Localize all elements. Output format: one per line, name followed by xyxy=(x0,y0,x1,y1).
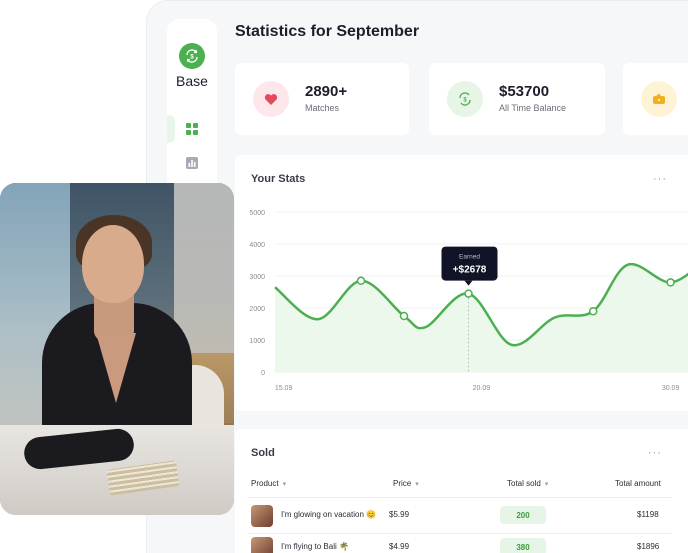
total-amount: $1198 xyxy=(637,510,659,519)
kpi-label: Matches xyxy=(305,103,340,113)
svg-text:$: $ xyxy=(190,55,194,61)
kpi-label: All Time Balance xyxy=(499,103,567,113)
product-name: I'm flying to Bali 🌴 xyxy=(281,542,349,551)
sidebar: $ Base xyxy=(167,19,217,209)
column-header-total-sold[interactable]: Total sold ▾ xyxy=(507,479,548,488)
product-price: $5.99 xyxy=(389,510,410,519)
tooltip-value: +$2678 xyxy=(453,265,487,276)
y-tick-label: 0 xyxy=(261,370,265,377)
product-name: I'm glowing on vacation 😊 xyxy=(281,510,377,519)
column-header-price[interactable]: Price ▾ xyxy=(393,479,419,488)
sidebar-item-analytics[interactable] xyxy=(167,149,217,177)
y-tick-label: 4000 xyxy=(249,242,265,249)
sidebar-item-dashboard[interactable] xyxy=(167,115,217,143)
more-options-icon[interactable]: ··· xyxy=(648,447,662,459)
kpi-card-balance: $ $53700 All Time Balance xyxy=(429,63,605,135)
data-point[interactable] xyxy=(666,278,675,287)
heart-icon xyxy=(253,81,289,117)
divider xyxy=(247,497,672,498)
dollar-cycle-icon: $ xyxy=(447,81,483,117)
product-thumbnail xyxy=(251,537,273,553)
sort-icon: ▾ xyxy=(415,481,419,488)
kpi-value: $53700 xyxy=(499,83,550,100)
total-amount: $1896 xyxy=(637,542,660,551)
stats-chart: 5000 4000 3000 2000 1000 0 15.09 20.09 30.09 Earn… xyxy=(249,210,688,392)
y-tick-label: 3000 xyxy=(249,274,265,281)
data-point[interactable] xyxy=(356,276,366,286)
kpi-card-wallet xyxy=(623,63,688,135)
page-title: Statistics for September xyxy=(235,23,420,40)
data-point[interactable] xyxy=(588,306,598,316)
svg-text:$: $ xyxy=(463,98,467,104)
kpi-value: 2890+ xyxy=(305,83,348,100)
data-point[interactable] xyxy=(399,311,409,321)
x-tick-label: 20.09 xyxy=(473,385,491,392)
product-price: $4.99 xyxy=(389,542,410,551)
table-row[interactable]: I'm glowing on vacation 😊 $5.99 200 $119… xyxy=(247,501,672,533)
total-sold-badge: 380 xyxy=(500,538,546,553)
table-row[interactable]: I'm flying to Bali 🌴 $4.99 380 $1896 xyxy=(247,533,672,553)
profile-photo xyxy=(0,183,234,515)
dollar-cycle-icon: $ xyxy=(179,43,205,69)
y-tick-label: 1000 xyxy=(249,338,265,345)
data-point[interactable] xyxy=(464,289,473,298)
total-sold-badge: 200 xyxy=(500,506,546,524)
y-tick-label: 5000 xyxy=(249,210,265,217)
bar-chart-icon xyxy=(186,157,198,169)
x-tick-label: 30.09 xyxy=(662,385,680,392)
tooltip-title: Earned xyxy=(459,254,480,261)
product-thumbnail xyxy=(251,505,273,527)
grid-icon xyxy=(186,123,198,135)
tooltip-arrow xyxy=(464,280,473,286)
kpi-card-matches: 2890+ Matches xyxy=(235,63,409,135)
brand-name: Base xyxy=(176,73,208,89)
sold-card: Sold ··· Product ▾ Price ▾ Total sold ▾ Tot… xyxy=(235,429,688,553)
wallet-icon xyxy=(641,81,677,117)
sold-title: Sold xyxy=(251,447,275,459)
y-tick-label: 2000 xyxy=(249,306,265,313)
x-tick-label: 15.09 xyxy=(275,385,293,392)
sort-icon: ▾ xyxy=(282,481,287,488)
sort-icon: ▾ xyxy=(544,481,549,488)
stats-card: Your Stats ··· 5000 4000 3000 2000 1000 0 15.0… xyxy=(235,155,688,411)
column-header-total-amount[interactable]: Total amount xyxy=(615,479,661,488)
column-header-product[interactable]: Product ▾ xyxy=(251,479,286,488)
